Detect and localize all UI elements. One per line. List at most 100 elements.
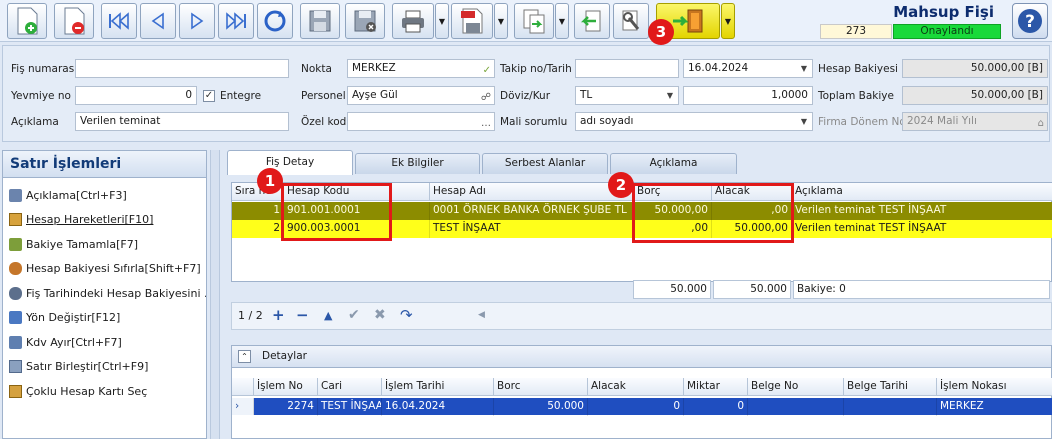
sidebar-item-hesap-hareketleri[interactable]: Hesap Hareketleri[F10] — [3, 208, 206, 233]
total-bakiye: Bakiye: 0 — [793, 280, 1050, 299]
column-header-alacak[interactable]: Alacak — [588, 378, 684, 396]
sidebar-item-bakiye-sifirla[interactable]: Hesap Bakiyesi Sıfırla[Shift+F7] — [3, 257, 206, 282]
pdf-dropdown[interactable]: ▼ — [494, 3, 508, 39]
aciklama-label: Açıklama — [11, 116, 59, 128]
next-record-icon — [191, 12, 204, 30]
multi-card-icon — [9, 384, 22, 398]
remove-row-icon[interactable]: − — [296, 306, 309, 324]
ellipsis-icon[interactable]: … — [481, 115, 491, 130]
column-header-cari[interactable]: Cari — [318, 378, 382, 396]
last-record-button[interactable] — [218, 3, 254, 39]
column-header-hesap-adi[interactable]: Hesap Adı — [430, 183, 634, 201]
move-up-icon[interactable]: ▲ — [324, 309, 332, 322]
sidebar-item-yon-degistir[interactable]: Yön Değiştir[F12] — [3, 306, 206, 331]
column-header-miktar[interactable]: Miktar — [684, 378, 748, 396]
pdf-export-icon — [461, 8, 483, 34]
tab-aciklama[interactable]: Açıklama — [610, 153, 737, 174]
total-alacak: 50.000 — [713, 280, 791, 299]
yevmiye-input[interactable]: 0 — [75, 86, 197, 105]
sidebar-satir-islemleri: Satır İşlemleri Açıklama[Ctrl+F3] Hesap … — [2, 150, 207, 439]
kur-input[interactable]: 1,0000 — [683, 86, 813, 105]
entegre-checkbox[interactable]: ✓ — [203, 90, 215, 102]
column-header-borc[interactable]: Borc — [494, 378, 588, 396]
pdf-export-button[interactable] — [451, 3, 493, 39]
table-row[interactable]: › 2274 TEST İNŞAA 16.04.2024 50.000 0 0 … — [232, 398, 1052, 416]
transfer-icon — [523, 9, 545, 34]
column-header-islem-noktasi[interactable]: İşlem Nokası — [937, 378, 1052, 396]
column-header-belge-tarihi[interactable]: Belge Tarihi — [844, 378, 937, 396]
chevron-down-icon: ▼ — [800, 64, 807, 73]
print-dropdown[interactable]: ▼ — [435, 3, 449, 39]
tools-button[interactable] — [613, 3, 649, 39]
first-record-button[interactable] — [101, 3, 137, 39]
delete-document-icon — [64, 7, 85, 35]
undo-icon[interactable]: ↷ — [400, 306, 413, 324]
help-icon: ? — [1018, 9, 1042, 33]
swap-direction-icon — [9, 311, 22, 325]
takip-no-input[interactable] — [575, 59, 679, 78]
personel-input[interactable]: Ayşe Gül ☍ — [347, 86, 495, 105]
sidebar-item-coklu-hesap-karti[interactable]: Çoklu Hesap Kartı Seç — [3, 379, 206, 404]
help-button[interactable]: ? — [1012, 3, 1048, 39]
svg-text:?: ? — [1025, 12, 1035, 32]
double-check-icon[interactable]: ✓ — [483, 62, 491, 77]
confirm-icon[interactable]: ✔ — [348, 307, 360, 323]
sidebar-item-label: Çoklu Hesap Kartı Seç — [26, 384, 148, 398]
row-indicator-icon: › — [232, 398, 254, 415]
previous-record-icon — [151, 12, 164, 30]
sidebar-item-satir-birlestir[interactable]: Satır Birleştir[Ctrl+F9] — [3, 355, 206, 380]
doviz-select[interactable]: TL ▼ — [575, 86, 679, 105]
refresh-button[interactable] — [257, 3, 293, 39]
grid-totals: 50.000 50.000 Bakiye: 0 — [231, 280, 1052, 300]
column-header-islem-tarihi[interactable]: İşlem Tarihi — [382, 378, 494, 396]
cell-islem-noktasi: MERKEZ — [937, 398, 1052, 416]
cell-belge-tarihi — [844, 398, 937, 416]
annotation-badge-2: 2 — [608, 172, 634, 198]
print-button[interactable] — [392, 3, 434, 39]
sidebar-item-kdv-ayir[interactable]: Kdv Ayır[Ctrl+F7] — [3, 330, 206, 355]
previous-record-button[interactable] — [140, 3, 176, 39]
sidebar-item-bakiye-tamamla[interactable]: Bakiye Tamamla[F7] — [3, 232, 206, 257]
mali-sorumlu-select[interactable]: adı soyadı ▼ — [575, 112, 813, 131]
column-header-islem-no[interactable]: İşlem No — [254, 378, 318, 396]
refresh-icon — [264, 10, 286, 32]
nokta-label: Nokta — [301, 63, 332, 75]
collapse-icon[interactable]: ⌃ — [238, 350, 251, 363]
cell-sira: 1 — [232, 202, 284, 220]
save-button[interactable] — [300, 3, 340, 39]
splitter[interactable] — [210, 150, 220, 439]
takip-date-picker[interactable]: 16.04.2024 ▼ — [683, 59, 813, 78]
person-lookup-icon[interactable]: ☍ — [481, 89, 491, 104]
transfer-button[interactable] — [514, 3, 554, 39]
firma-donem-label: Firma Dönem No — [818, 116, 906, 128]
sidebar-item-fis-tarihi-bakiye[interactable]: Fiş Tarihindeki Hesap Bakiyesini ... — [3, 281, 206, 306]
annotation-box-borc-alacak — [632, 183, 794, 243]
save-cancel-button[interactable] — [345, 3, 385, 39]
bank-icon: ⌂ — [1037, 118, 1044, 129]
detaylar-header: ⌃ Detaylar — [232, 346, 1051, 368]
transfer-dropdown[interactable]: ▼ — [555, 3, 569, 39]
grid-navigator: 1 / 2 + − ▲ ✔ ✖ ↷ ◀ — [231, 302, 1052, 330]
column-header-belge-no[interactable]: Belge No — [748, 378, 844, 396]
hesap-bakiyesi-label: Hesap Bakiyesi — [818, 63, 898, 75]
delete-document-button[interactable] — [54, 3, 94, 39]
sidebar-item-aciklama[interactable]: Açıklama[Ctrl+F3] — [3, 183, 206, 208]
nokta-input[interactable]: MERKEZ ✓ — [347, 59, 495, 78]
tab-fis-detay[interactable]: Fiş Detay — [227, 150, 353, 175]
fis-numarasi-input[interactable] — [75, 59, 289, 78]
cancel-icon[interactable]: ✖ — [374, 307, 386, 323]
first-record-icon — [109, 12, 129, 30]
new-document-button[interactable] — [7, 3, 47, 39]
tab-ek-bilgiler[interactable]: Ek Bilgiler — [355, 153, 480, 174]
return-button[interactable] — [574, 3, 610, 39]
add-row-icon[interactable]: + — [272, 306, 285, 324]
next-record-button[interactable] — [179, 3, 215, 39]
exit-dropdown[interactable]: ▼ — [721, 3, 735, 39]
scroll-left-icon[interactable]: ◀ — [478, 310, 485, 320]
ozel-kod-input[interactable]: … — [347, 112, 495, 131]
nokta-value: MERKEZ — [352, 62, 396, 74]
document-title: Mahsup Fişi — [893, 3, 994, 21]
aciklama-input[interactable]: Verilen teminat — [75, 112, 289, 131]
tab-serbest-alanlar[interactable]: Serbest Alanlar — [482, 153, 608, 174]
column-header-aciklama[interactable]: Açıklama — [792, 183, 1052, 201]
